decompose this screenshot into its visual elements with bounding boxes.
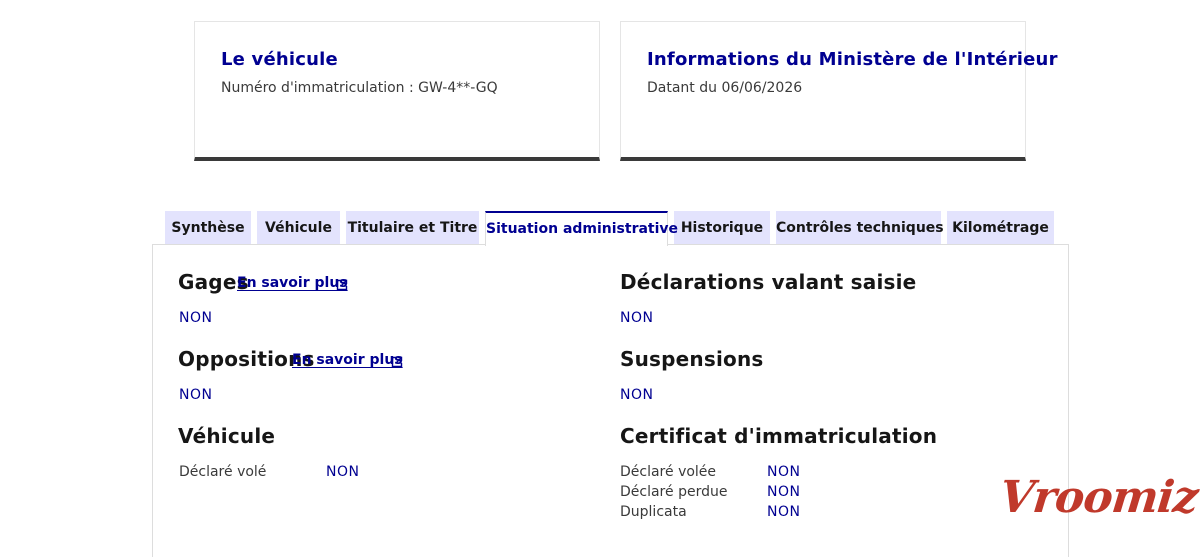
ministry-date: Datant du 06/06/2026 (647, 80, 803, 96)
tab-situation-administrative[interactable]: Situation administrative (485, 211, 678, 246)
declarations-saisie-value: NON (620, 310, 654, 326)
oppositions-learn-more-link[interactable]: En savoir plus (292, 352, 403, 368)
vehicle-card-title: Le véhicule (221, 49, 338, 70)
gages-value: NON (179, 310, 213, 326)
registration-number: Numéro d'immatriculation : GW-4**-GQ (221, 80, 498, 96)
tab-list: Synthèse Véhicule Titulaire et Titre Sit… (0, 211, 1200, 246)
vroomiz-logo: Vroomiz (997, 472, 1200, 523)
duplicata-label: Duplicata (620, 504, 687, 520)
declaree-volee-label: Déclaré volée (620, 464, 717, 480)
gages-learn-more-link[interactable]: En savoir plus (237, 275, 348, 291)
duplicata-value: NON (767, 504, 801, 520)
certificat-heading: Certificat d'immatriculation (620, 424, 938, 448)
tab-historique[interactable]: Historique (674, 211, 770, 245)
tab-titulaire-et-titre[interactable]: Titulaire et Titre (346, 211, 479, 245)
oppositions-value: NON (179, 387, 213, 403)
external-link-icon[interactable] (391, 356, 403, 368)
suspensions-heading: Suspensions (620, 347, 764, 371)
vehicle-card: Le véhicule Numéro d'immatriculation : G… (194, 21, 600, 161)
ministry-card: Informations du Ministère de l'Intérieur… (620, 21, 1057, 161)
suspensions-value: NON (620, 387, 654, 403)
declaree-volee-value: NON (767, 464, 801, 480)
tab-synthese[interactable]: Synthèse (165, 211, 251, 245)
vehicule-heading: Véhicule (178, 424, 276, 448)
tab-vehicule[interactable]: Véhicule (257, 211, 340, 245)
external-link-icon[interactable] (336, 279, 348, 291)
declaree-perdue-value: NON (767, 484, 801, 500)
declare-vole-label: Déclaré volé (179, 464, 267, 480)
declare-vole-value: NON (326, 464, 360, 480)
tab-kilometrage[interactable]: Kilométrage (947, 211, 1054, 245)
declarations-saisie-heading: Déclarations valant saisie (620, 270, 917, 294)
tab-controles-techniques[interactable]: Contrôles techniques (776, 211, 944, 245)
ministry-card-title: Informations du Ministère de l'Intérieur (647, 49, 1058, 70)
declaree-perdue-label: Déclaré perdue (620, 484, 728, 500)
